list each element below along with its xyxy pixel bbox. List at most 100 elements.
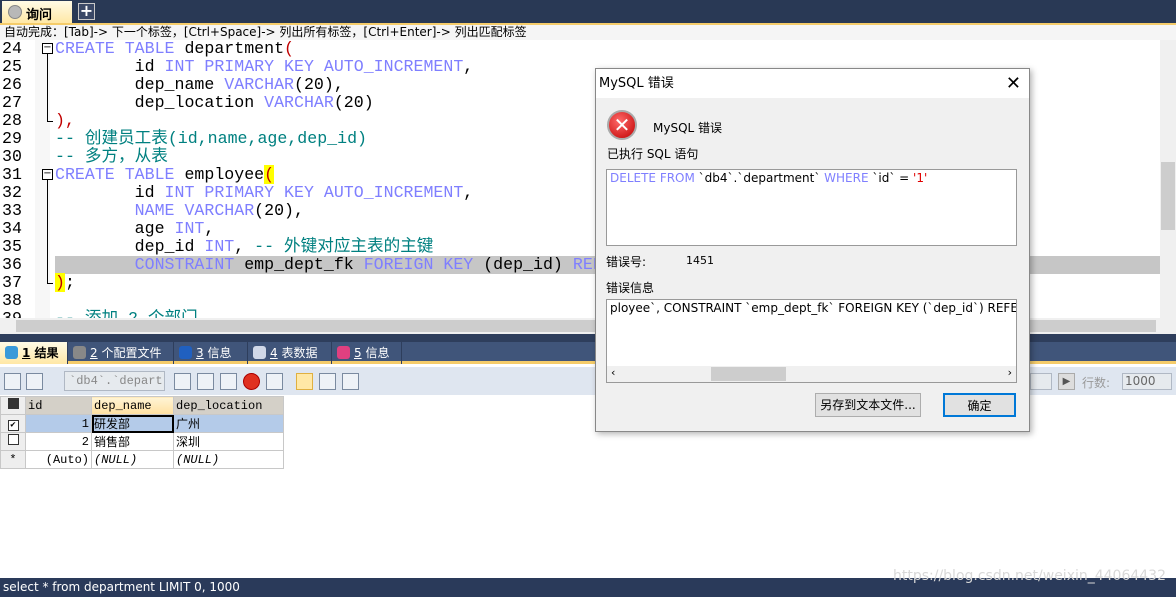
code-text: dep_location VARCHAR(20) (55, 94, 374, 112)
tab-query[interactable]: 询问 (2, 1, 72, 23)
code-token: dep_name (55, 75, 225, 94)
errmsg-scroll-thumb[interactable] (711, 367, 786, 381)
result-tab-icon (337, 346, 350, 359)
code-token: id (55, 183, 165, 202)
code-text: -- 添加 2 个部门 (55, 310, 198, 319)
sql-text: `id` = (868, 171, 914, 185)
tab-number: 2 (90, 346, 98, 360)
duplicate-row-icon[interactable] (197, 373, 214, 390)
code-token: NAME VARCHAR (134, 201, 255, 220)
cancel-changes-icon[interactable] (266, 373, 283, 390)
next-page-icon[interactable]: ▶ (1058, 373, 1075, 390)
checkbox[interactable]: ✔ (7, 419, 19, 431)
result-tab-icon (5, 346, 18, 359)
row-checkbox[interactable]: ✔ (0, 414, 26, 433)
sql-textbox[interactable]: DELETE FROM `db4`.`department` WHERE `id… (606, 169, 1017, 246)
cell-id[interactable]: 2 (25, 432, 92, 451)
column-header[interactable]: dep_location (173, 396, 284, 415)
cell-id[interactable]: (Auto) (25, 450, 92, 469)
cell-dep-name[interactable]: (NULL) (91, 450, 174, 469)
code-text: NAME VARCHAR(20), (55, 202, 304, 220)
cell-id[interactable]: 1 (25, 414, 92, 433)
code-token: , (204, 219, 215, 238)
code-text: id INT PRIMARY KEY AUTO_INCREMENT, (55, 183, 474, 202)
cell-dep-location[interactable]: 广州 (173, 414, 284, 433)
tab-number: 5 (354, 346, 362, 360)
form-view-icon[interactable] (319, 373, 336, 390)
code-token: emp_dept_fk (234, 255, 364, 274)
line-number: 32 (2, 183, 22, 202)
code-token: FOREIGN KEY (363, 255, 474, 274)
result-tab[interactable]: 4 表数据 (248, 342, 332, 364)
add-row-icon[interactable] (174, 373, 191, 390)
save-icon[interactable] (220, 373, 237, 390)
errmsg-textbox[interactable]: ployee`, CONSTRAINT `emp_dept_fk` FOREIG… (606, 299, 1017, 383)
save-to-text-file-button[interactable]: 另存到文本文件... (815, 393, 921, 417)
code-line: 24 CREATE TABLE department( (0, 40, 1160, 58)
code-token: INT (174, 219, 205, 238)
grid-header-row: id dep_name dep_location (0, 396, 284, 415)
code-token: INT (204, 237, 235, 256)
line-number: 27 (2, 93, 22, 112)
dialog-heading: MySQL 错误 (653, 121, 723, 135)
rows-input[interactable]: 1000 (1122, 373, 1172, 390)
line-number: 37 (2, 273, 22, 292)
dialog-title: MySQL 错误 (596, 69, 1029, 98)
line-number: 34 (2, 219, 22, 238)
export-icon[interactable] (4, 373, 21, 390)
tab-number: 4 (270, 346, 278, 360)
fold-toggle-icon[interactable]: − (42, 43, 53, 54)
result-tab[interactable]: 1 结果 (0, 342, 68, 364)
mysql-error-dialog: MySQL 错误 ✕ ✕ MySQL 错误 已执行 SQL 语句 DELETE … (595, 68, 1030, 432)
column-header[interactable]: id (25, 396, 92, 415)
code-token: INT PRIMARY KEY AUTO_INCREMENT (164, 57, 464, 76)
ok-button[interactable]: 确定 (943, 393, 1016, 417)
row-checkbox[interactable]: * (0, 450, 26, 469)
line-number: 31 (2, 165, 22, 184)
code-token: ), (55, 111, 75, 130)
close-icon[interactable]: ✕ (1006, 73, 1021, 94)
tab-label: 信息 (207, 346, 232, 360)
cell-dep-name[interactable]: 研发部 (91, 414, 174, 433)
sql-string: '1' (913, 171, 928, 185)
new-tab-button[interactable]: + (78, 3, 95, 20)
result-tab-icon (253, 346, 266, 359)
code-text: -- 创建员工表(id,name,age,dep_id) (55, 130, 367, 148)
grid-view-icon[interactable] (296, 373, 313, 390)
fold-toggle-icon[interactable]: − (42, 169, 53, 180)
table-row[interactable]: * (Auto) (NULL) (NULL) (0, 450, 284, 469)
code-token: id (55, 57, 165, 76)
code-token: INT PRIMARY KEY AUTO_INCREMENT (164, 183, 464, 202)
offset-input[interactable] (1030, 373, 1052, 390)
error-icon: ✕ (607, 110, 637, 140)
result-tab[interactable]: 5 信息 (332, 342, 402, 364)
table-select[interactable]: `db4`.`depart (64, 371, 165, 391)
new-row-marker: * (9, 452, 17, 467)
result-tab[interactable]: 2 个配置文件 (68, 342, 174, 364)
table-row[interactable]: ✔ 1 研发部 广州 (0, 414, 284, 433)
editor-vertical-scroll-thumb[interactable] (1161, 162, 1175, 230)
scroll-right-icon[interactable]: › (1008, 366, 1012, 379)
code-token: CREATE TABLE (55, 40, 175, 58)
result-tab[interactable]: 3 信息 (174, 342, 248, 364)
text-view-icon[interactable] (342, 373, 359, 390)
table-row[interactable]: 2 销售部 深圳 (0, 432, 284, 451)
row-checkbox[interactable] (0, 432, 26, 451)
code-text: ); (55, 273, 75, 292)
cell-dep-name[interactable]: 销售部 (91, 432, 174, 451)
cell-dep-location[interactable]: 深圳 (173, 432, 284, 451)
errmsg-horizontal-scrollbar[interactable]: ‹ › (607, 366, 1016, 382)
select-all-checkbox[interactable] (0, 396, 26, 415)
cell-dep-location[interactable]: (NULL) (173, 450, 284, 469)
column-header[interactable]: dep_name (91, 396, 174, 415)
checkbox[interactable] (7, 434, 19, 445)
code-text: dep_name VARCHAR(20), (55, 76, 344, 94)
scroll-left-icon[interactable]: ‹ (611, 366, 615, 379)
code-token: -- 创建员工表(id,name,age,dep_id) (55, 129, 367, 148)
code-token: ( (284, 40, 295, 58)
import-icon[interactable] (26, 373, 43, 390)
sql-text: `db4`.`department` (694, 171, 825, 185)
code-token: , (463, 183, 474, 202)
delete-icon[interactable] (243, 373, 260, 390)
